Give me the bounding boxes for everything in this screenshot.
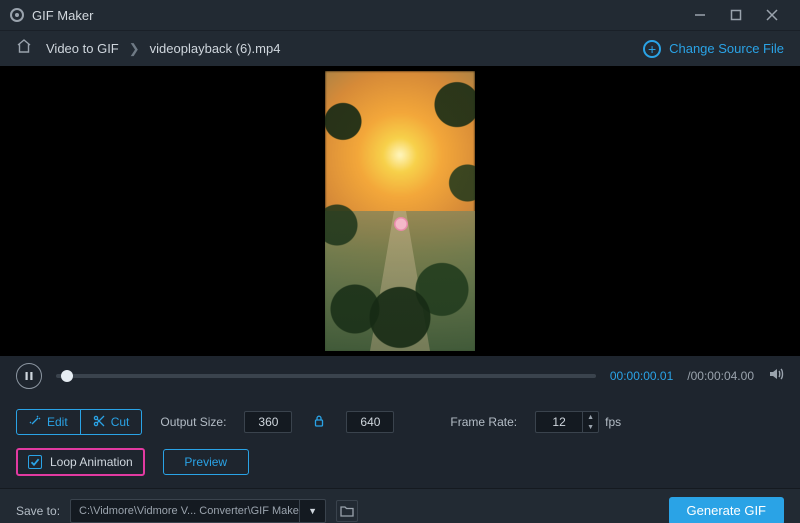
output-height-input[interactable] <box>346 411 394 433</box>
frame-rate-label: Frame Rate: <box>450 415 517 429</box>
time-total: /00:00:04.00 <box>687 369 754 383</box>
preview-button[interactable]: Preview <box>163 449 249 475</box>
app-title: GIF Maker <box>32 8 93 23</box>
time-current: 00:00:00.01 <box>610 369 673 383</box>
video-frame <box>325 71 475 351</box>
output-size-label: Output Size: <box>160 415 226 429</box>
loop-animation-checkbox[interactable] <box>28 455 42 469</box>
seek-thumb[interactable] <box>61 370 73 382</box>
breadcrumb-root[interactable]: Video to GIF <box>46 41 119 56</box>
edit-button[interactable]: Edit <box>16 409 81 435</box>
frame-rate-value: 12 <box>536 412 582 432</box>
pause-button[interactable] <box>16 363 42 389</box>
breadcrumb-file: videoplayback (6).mp4 <box>150 41 281 56</box>
playbar: 00:00:00.01/00:00:04.00 <box>0 356 800 396</box>
loop-animation-label: Loop Animation <box>50 455 133 469</box>
volume-icon[interactable] <box>768 366 784 387</box>
home-icon[interactable] <box>16 38 32 59</box>
save-path-field[interactable]: C:\Vidmore\Vidmore V... Converter\GIF Ma… <box>70 499 300 523</box>
video-preview-area <box>0 66 800 356</box>
close-button[interactable] <box>754 0 790 30</box>
wand-icon <box>29 415 41 430</box>
edit-cut-group: Edit Cut <box>16 409 142 435</box>
titlebar: GIF Maker <box>0 0 800 30</box>
open-folder-button[interactable] <box>336 500 358 522</box>
change-source-label: Change Source File <box>669 41 784 56</box>
lock-icon[interactable] <box>310 415 328 430</box>
minimize-button[interactable] <box>682 0 718 30</box>
loop-animation-highlight: Loop Animation <box>16 448 145 476</box>
cut-button[interactable]: Cut <box>81 409 143 435</box>
generate-gif-button[interactable]: Generate GIF <box>669 497 784 523</box>
scissors-icon <box>93 415 105 430</box>
fps-unit: fps <box>605 415 621 429</box>
breadcrumb-bar: Video to GIF ❯ videoplayback (6).mp4 + C… <box>0 30 800 66</box>
save-to-label: Save to: <box>16 504 60 518</box>
edit-label: Edit <box>47 415 68 429</box>
cut-label: Cut <box>111 415 130 429</box>
chevron-right-icon: ❯ <box>129 41 140 57</box>
framerate-up-button[interactable]: ▲ <box>583 412 598 422</box>
app-icon <box>10 8 24 22</box>
change-source-button[interactable]: + Change Source File <box>643 40 784 58</box>
framerate-down-button[interactable]: ▼ <box>583 422 598 432</box>
output-width-input[interactable] <box>244 411 292 433</box>
seek-slider[interactable] <box>56 374 596 378</box>
footer: Save to: C:\Vidmore\Vidmore V... Convert… <box>0 488 800 523</box>
plus-circle-icon: + <box>643 40 661 58</box>
save-path-dropdown[interactable]: ▼ <box>300 499 326 523</box>
maximize-button[interactable] <box>718 0 754 30</box>
controls-panel: Edit Cut Output Size: Frame Rate: 12 ▲ ▼… <box>0 396 800 488</box>
frame-rate-spinner[interactable]: 12 ▲ ▼ <box>535 411 599 433</box>
